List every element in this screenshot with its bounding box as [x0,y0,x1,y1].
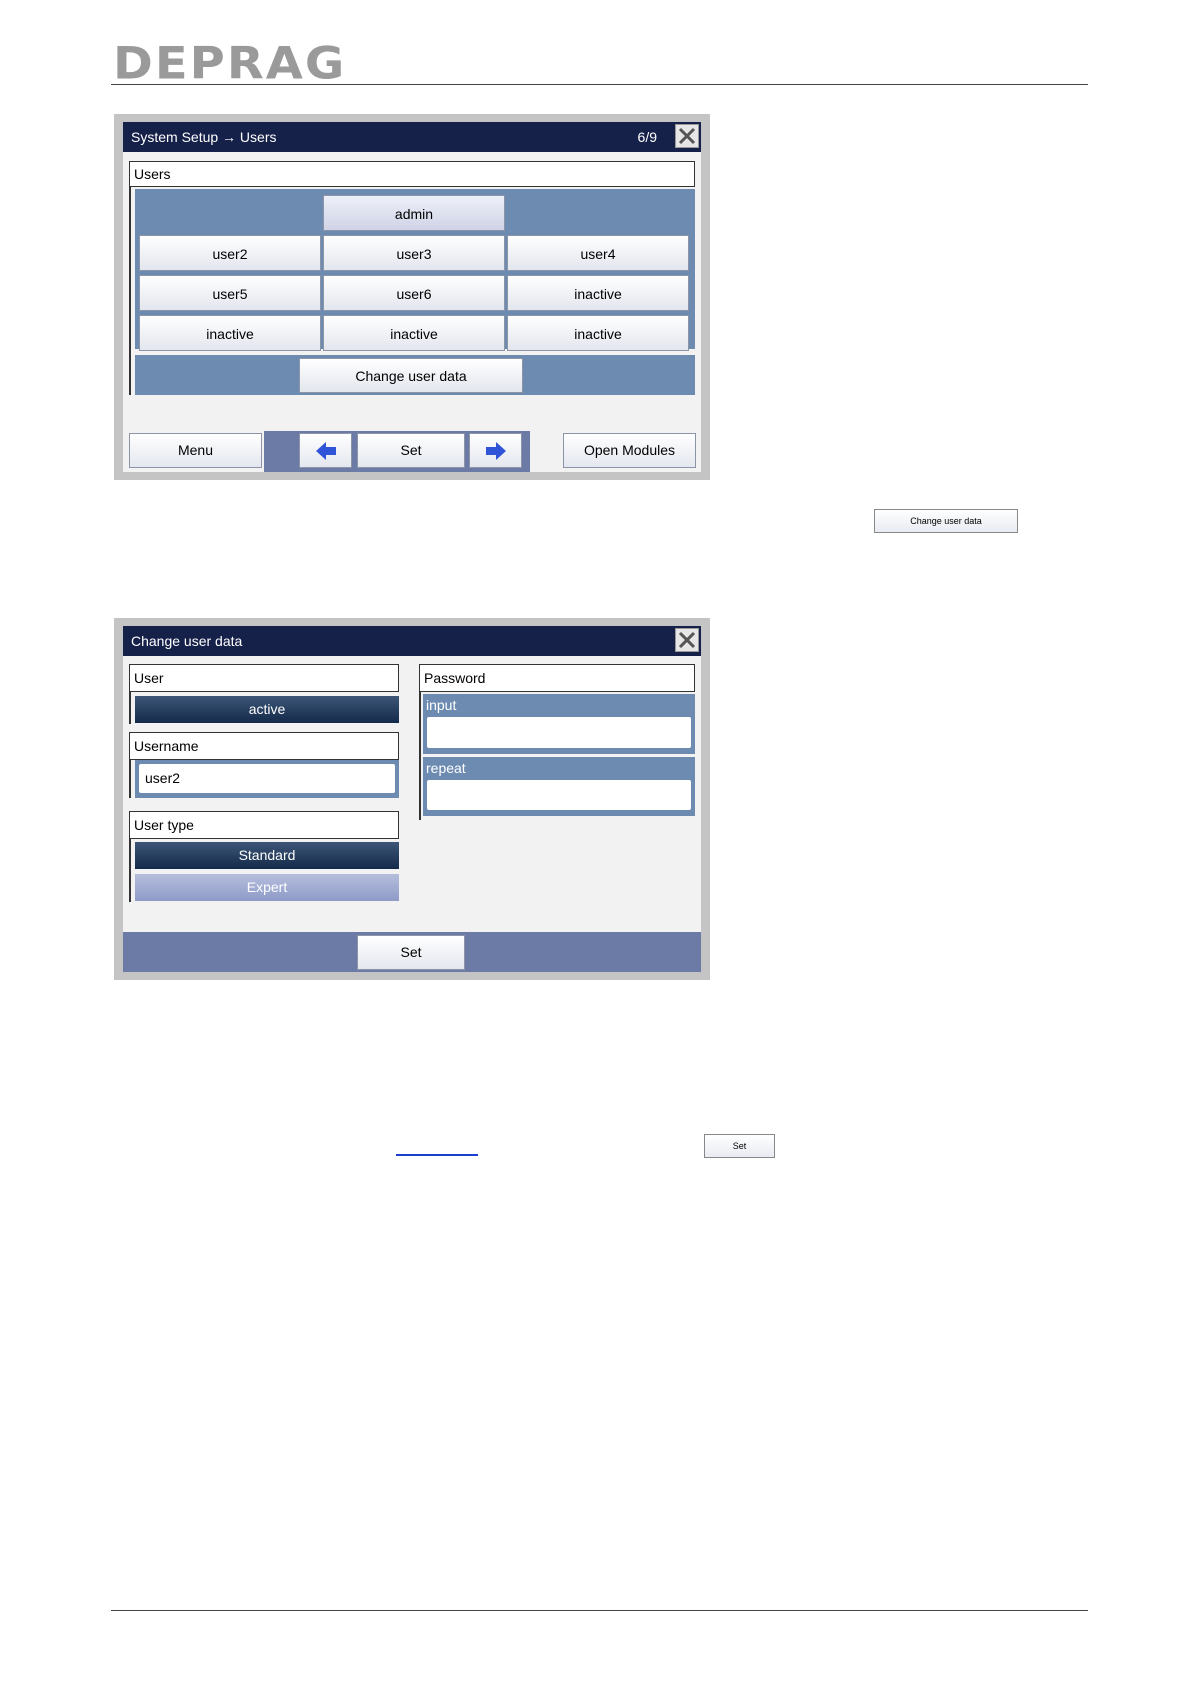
password-repeat-label: repeat [426,760,466,776]
arrow-left-icon [315,442,336,460]
arrow-right-icon [485,442,506,460]
password-input-label: input [426,697,457,713]
password-input-field[interactable] [426,716,692,749]
menu-button[interactable]: Menu [129,433,262,468]
user-button[interactable]: inactive [507,315,689,351]
username-left-border [129,760,131,798]
change-user-screen: Change user data User active Username us… [123,626,701,972]
user-type-standard[interactable]: Standard [135,842,399,869]
users-screen: System Setup → Users 6/9 Users admin use… [123,122,701,472]
section-left-border [129,187,131,395]
user-button[interactable]: user5 [139,275,321,311]
user-button[interactable]: inactive [139,315,321,351]
close-icon [678,127,696,145]
user-type-expert[interactable]: Expert [135,874,399,901]
user-button[interactable]: user2 [139,235,321,271]
user-type-label: User type [129,811,399,839]
username-field[interactable]: user2 [138,763,396,794]
next-button[interactable] [469,433,522,468]
header-rule [111,84,1088,85]
screen-title: Change user data [131,633,243,649]
hyperlink-underline[interactable] [396,1154,478,1156]
page-indicator: 6/9 [637,129,657,145]
user-button[interactable]: inactive [323,315,505,351]
title-bar: Change user data [123,626,701,656]
title-bar: System Setup → Users 6/9 [123,122,701,152]
deprag-logo: DEPRAG [113,38,347,90]
previous-button[interactable] [299,433,352,468]
inline-change-user-data-button[interactable]: Change user data [874,509,1018,533]
change-user-data-button[interactable]: Change user data [299,358,523,393]
users-section-label: Users [129,161,695,187]
users-screenshot: System Setup → Users 6/9 Users admin use… [114,114,710,480]
user-type-left-border [129,839,131,902]
inline-set-button[interactable]: Set [704,1134,775,1158]
set-button[interactable]: Set [357,433,465,468]
user-button[interactable]: user3 [323,235,505,271]
user-label: User [129,664,399,692]
user-button[interactable]: user6 [323,275,505,311]
change-user-data-screenshot: Change user data User active Username us… [114,618,710,980]
open-modules-button[interactable]: Open Modules [563,433,696,468]
footer-rule [111,1610,1088,1611]
set-button[interactable]: Set [357,935,465,970]
password-label: Password [419,664,695,692]
user-button[interactable]: inactive [507,275,689,311]
user-button-admin[interactable]: admin [323,195,505,231]
close-button[interactable] [675,124,699,148]
screen-title: System Setup → Users [131,129,277,145]
username-label: Username [129,732,399,760]
password-repeat-field[interactable] [426,779,692,811]
user-button[interactable]: user4 [507,235,689,271]
user-status-active[interactable]: active [135,696,399,723]
close-button[interactable] [675,628,699,652]
close-icon [678,631,696,649]
password-left-border [419,692,421,820]
user-left-border [129,692,131,724]
